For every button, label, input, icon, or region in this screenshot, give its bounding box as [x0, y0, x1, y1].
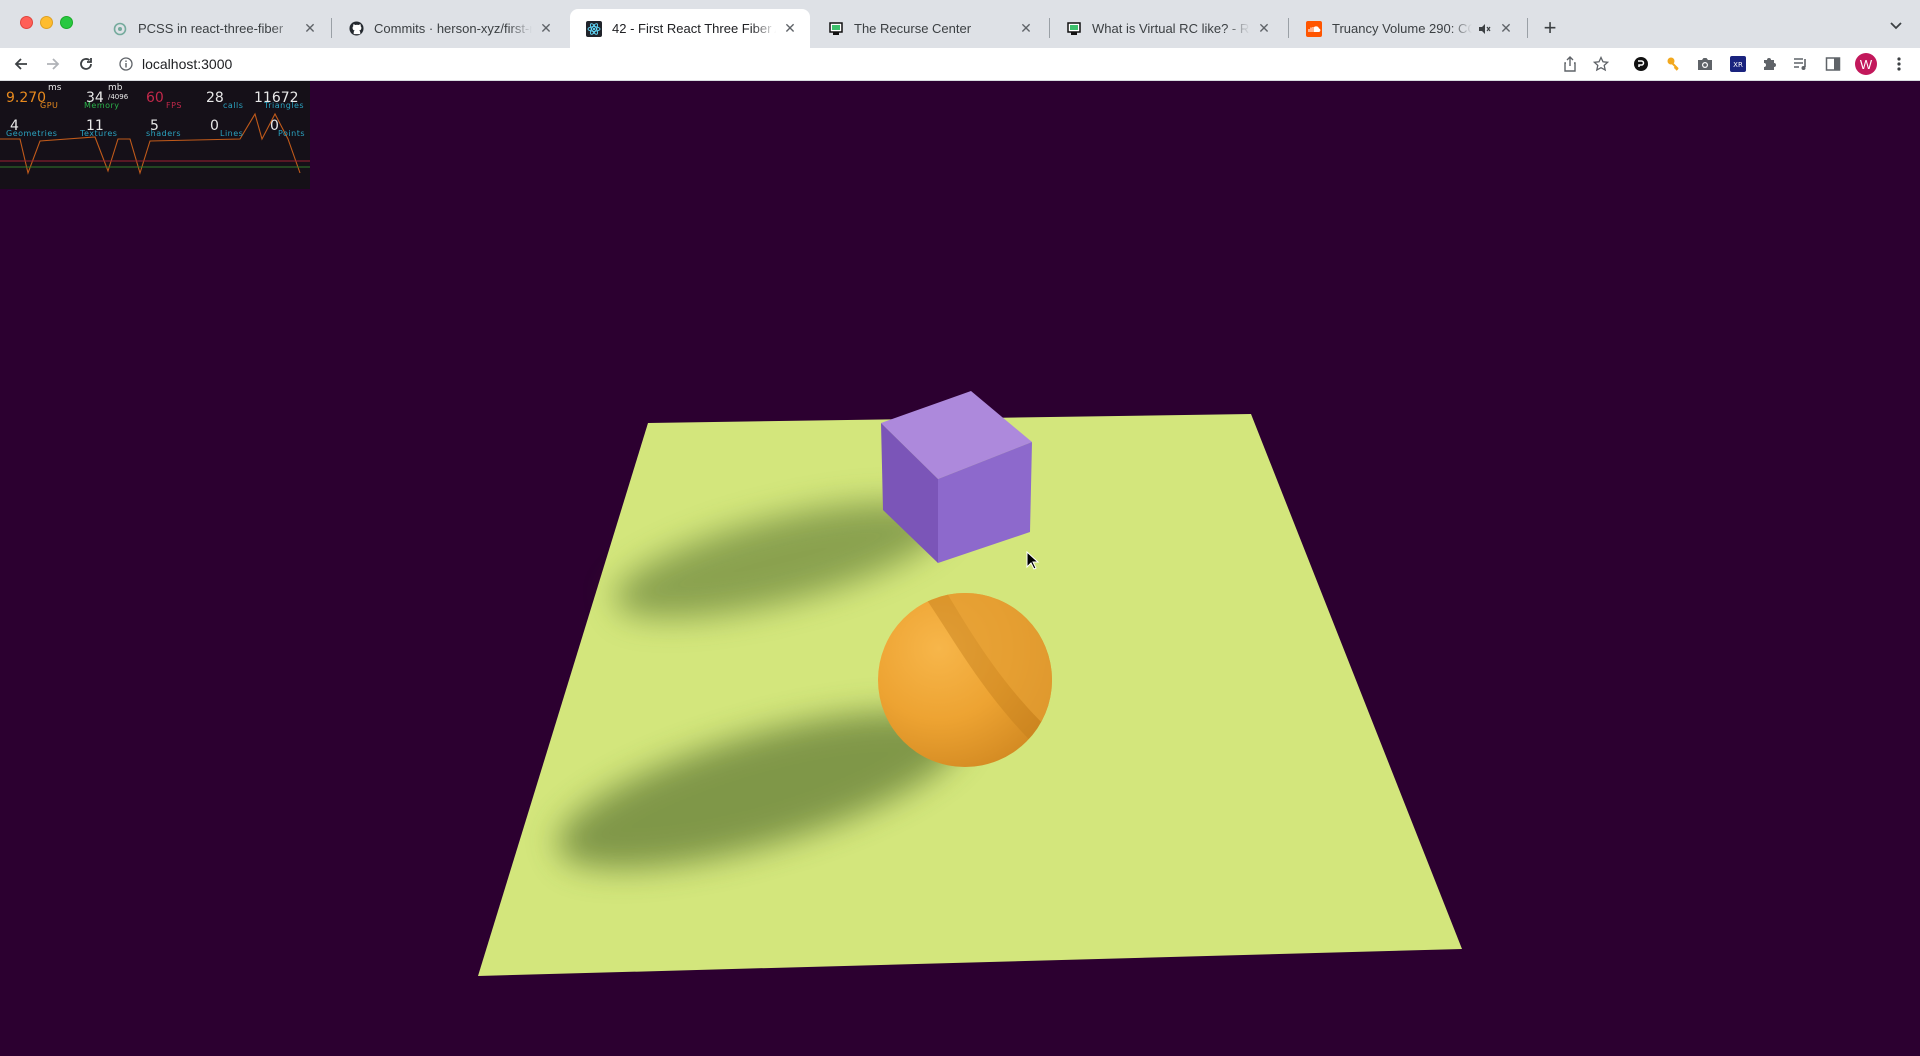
window-close-button[interactable] [20, 16, 33, 29]
memory-unit: mb [108, 83, 123, 93]
reload-button[interactable] [74, 52, 98, 76]
close-tab-icon[interactable]: ✕ [782, 20, 798, 37]
memory-label: Memory [84, 101, 120, 110]
extension-circle-icon[interactable] [1631, 54, 1651, 74]
svg-text:XR: XR [1733, 61, 1743, 69]
shaders-label: shaders [146, 129, 182, 138]
tab-recurse-center[interactable]: The Recurse Center ✕ [812, 9, 1046, 48]
tab-separator [1288, 18, 1289, 38]
close-tab-icon[interactable]: ✕ [1498, 20, 1514, 37]
forward-button[interactable] [41, 52, 65, 76]
browser-toolbar: localhost:3000 XR W [0, 48, 1920, 81]
stat-textures: 11 Textures [80, 115, 117, 138]
window-zoom-button[interactable] [60, 16, 73, 29]
site-info-icon[interactable] [118, 56, 134, 72]
lines-value: 0 [210, 118, 219, 134]
github-icon [348, 21, 364, 37]
tab-search-chevron-icon[interactable] [1884, 16, 1908, 36]
media-controls-icon[interactable] [1791, 54, 1811, 74]
new-tab-button[interactable]: + [1536, 14, 1564, 42]
react-icon [586, 20, 602, 37]
stat-shaders: 5 shaders [146, 115, 181, 138]
close-tab-icon[interactable]: ✕ [1018, 20, 1034, 37]
soundcloud-icon [1306, 20, 1322, 37]
stat-memory: 34 mb /4096 Memory [84, 83, 128, 110]
tab-separator [1527, 18, 1528, 38]
triangles-label: Triangles [264, 101, 305, 110]
profile-initial: W [1859, 56, 1873, 72]
gpu-unit: ms [48, 83, 62, 93]
stat-calls: 28 calls [206, 87, 243, 110]
tab-soundcloud[interactable]: Truancy Volume 290: CCL ✕ [1290, 9, 1526, 48]
extension-key-icon[interactable] [1663, 54, 1683, 74]
stat-lines: 0 Lines [210, 115, 243, 138]
close-tab-icon[interactable]: ✕ [538, 20, 554, 37]
tab-virtual-rc[interactable]: What is Virtual RC like? - Recurse Cente… [1050, 9, 1284, 48]
stat-points: 0 Points [270, 115, 305, 138]
webxr-extension-icon[interactable]: XR [1728, 54, 1748, 74]
perf-stats-panel: 9.270 ms GPU 34 mb /4096 Memory 60 FPS 2… [0, 81, 310, 189]
fps-label: FPS [166, 101, 183, 110]
memory-max: /4096 [108, 93, 129, 101]
close-tab-icon[interactable]: ✕ [1256, 20, 1272, 37]
calls-value: 28 [206, 90, 224, 106]
chrome-menu-icon[interactable] [1889, 54, 1909, 74]
openai-icon [112, 21, 128, 37]
points-label: Points [278, 129, 306, 138]
recurse-icon [1066, 21, 1082, 37]
bookmark-star-icon[interactable] [1591, 54, 1611, 74]
side-panel-icon[interactable] [1823, 54, 1843, 74]
tab-react-three-fiber-app[interactable]: 42 - First React Three Fiber App ✕ [570, 9, 810, 48]
stat-geometries: 4 Geometries [6, 115, 57, 138]
back-button[interactable] [9, 52, 33, 76]
recurse-icon [828, 21, 844, 37]
tab-pcss[interactable]: PCSS in react-three-fiber ✕ [96, 9, 330, 48]
stat-fps: 60 FPS [146, 87, 182, 110]
lines-label: Lines [220, 129, 244, 138]
calls-label: calls [223, 101, 244, 110]
audio-playing-icon[interactable] [1476, 21, 1492, 37]
profile-avatar[interactable]: W [1855, 53, 1877, 75]
three-canvas[interactable] [0, 81, 1920, 1056]
geometries-label: Geometries [6, 129, 58, 138]
tab-strip: PCSS in react-three-fiber ✕ Commits · he… [0, 0, 1920, 48]
tab-github-commits[interactable]: Commits · herson-xyz/first-react-three-f… [332, 9, 566, 48]
textures-label: Textures [80, 129, 118, 138]
tab-title: PCSS in react-three-fiber [138, 21, 284, 36]
tab-title: 42 - First React Three Fiber App [612, 21, 776, 36]
camera-icon[interactable] [1695, 54, 1715, 74]
fps-value: 60 [146, 90, 164, 106]
extensions-puzzle-icon[interactable] [1759, 54, 1779, 74]
window-minimize-button[interactable] [40, 16, 53, 29]
tab-title: Truancy Volume 290: CCL [1332, 21, 1472, 36]
mouse-cursor-icon [1026, 551, 1040, 570]
close-tab-icon[interactable]: ✕ [302, 20, 318, 37]
address-bar[interactable]: localhost:3000 [108, 50, 1728, 78]
stat-triangles: 11672 Triangles [254, 87, 304, 110]
tab-title: What is Virtual RC like? - Recurse Cente… [1092, 21, 1250, 36]
url-text[interactable]: localhost:3000 [142, 56, 232, 72]
tab-title: Commits · herson-xyz/first-react-three-f… [374, 21, 532, 36]
tab-title: The Recurse Center [854, 21, 972, 36]
stat-gpu: 9.270 ms GPU [6, 83, 61, 110]
share-icon[interactable] [1560, 54, 1580, 74]
gpu-label: GPU [40, 101, 59, 110]
